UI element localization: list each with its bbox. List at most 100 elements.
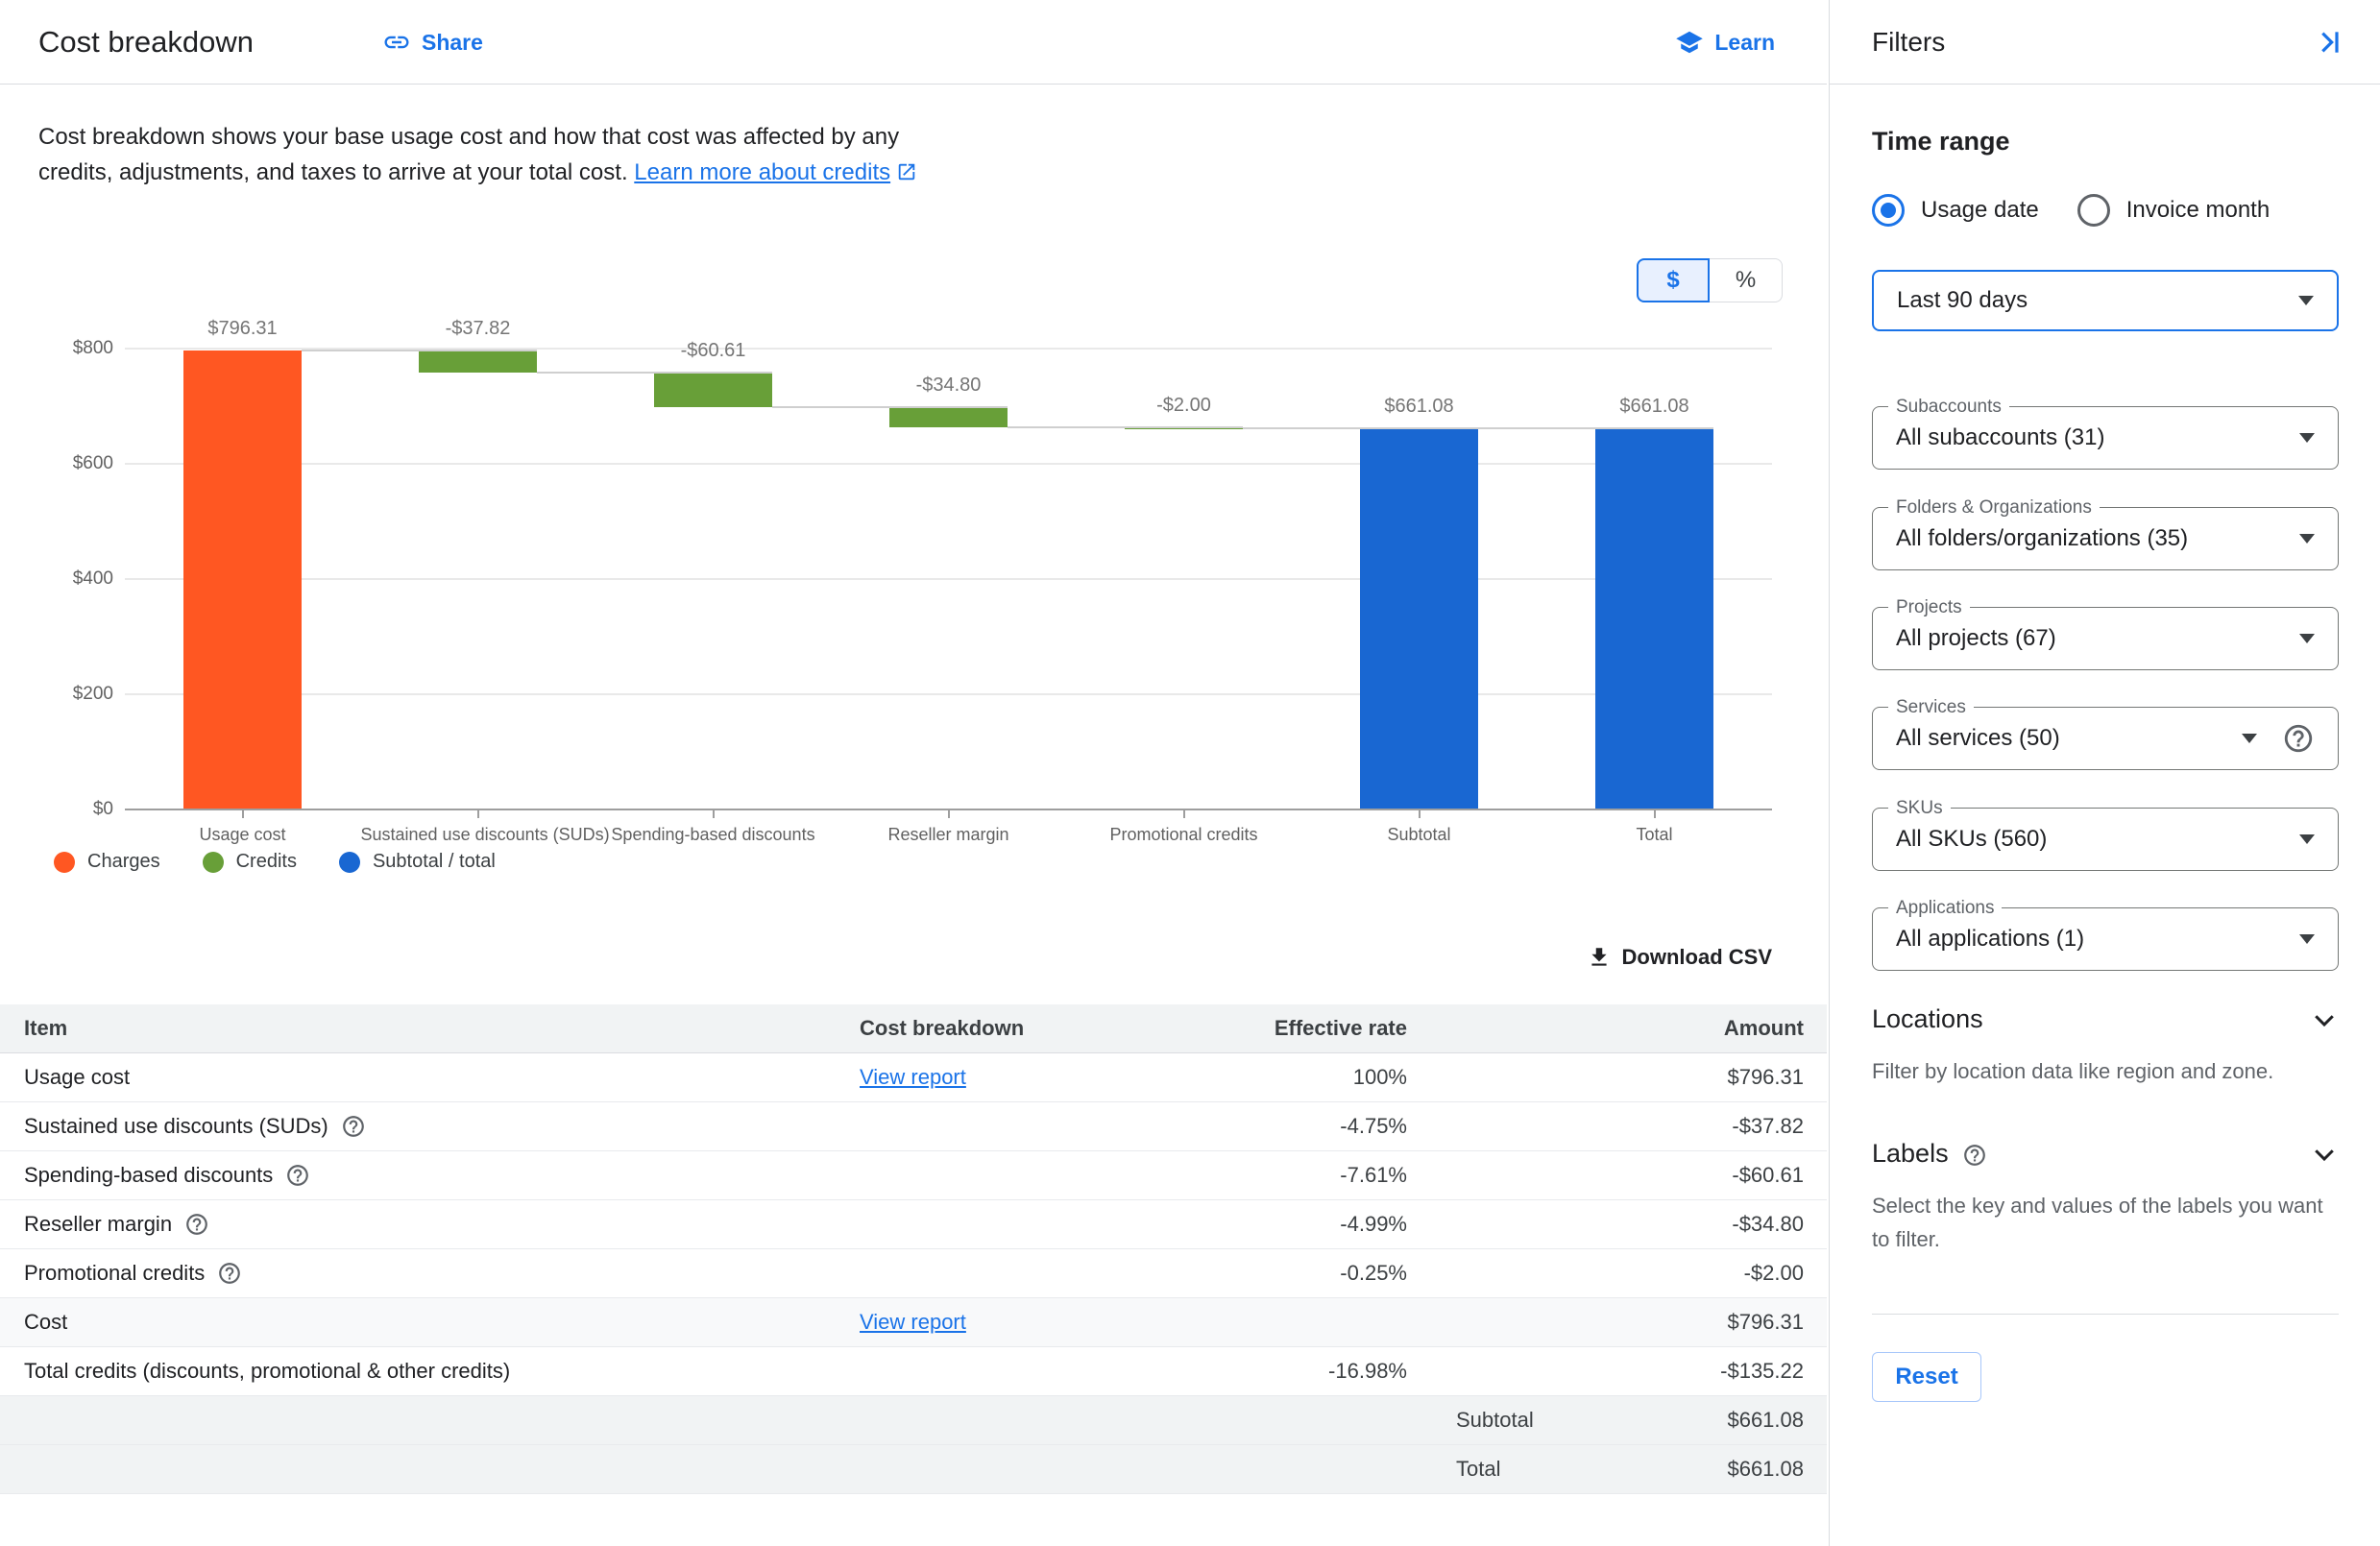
y-axis-tick-label: $600: [8, 453, 113, 474]
view-report-link[interactable]: View report: [860, 1065, 966, 1089]
page-description: Cost breakdown shows your base usage cos…: [38, 119, 941, 190]
download-csv-label: Download CSV: [1622, 945, 1772, 970]
waterfall-bar[interactable]: [419, 350, 537, 373]
row-amount: $661.08: [1727, 1408, 1804, 1433]
x-axis-category-label: Total: [1538, 825, 1772, 845]
locations-section-header[interactable]: Locations: [1872, 1004, 2339, 1034]
chart-gridline: [125, 693, 1772, 695]
x-axis-tick: [948, 809, 950, 818]
time-range-radio-group: Usage date Invoice month: [1872, 194, 2270, 227]
radio-label: Invoice month: [2126, 197, 2270, 224]
services-select[interactable]: Services All services (50): [1872, 707, 2339, 770]
waterfall-bar[interactable]: [1595, 428, 1713, 809]
learn-button[interactable]: Learn: [1675, 0, 1775, 85]
row-amount: -$37.82: [1732, 1114, 1804, 1139]
row-rate: -16.98%: [1162, 1359, 1407, 1384]
skus-select[interactable]: SKUs All SKUs (560): [1872, 808, 2339, 871]
legend-label: Charges: [87, 851, 160, 873]
waterfall-bar[interactable]: [889, 407, 1008, 427]
total-label: Total: [1456, 1457, 1500, 1482]
x-axis-category-label: Usage cost: [126, 825, 360, 845]
radio-usage-date[interactable]: Usage date: [1872, 194, 2039, 227]
row-item-label: Cost: [24, 1310, 67, 1335]
filters-title: Filters: [1872, 0, 1945, 85]
labels-section-header[interactable]: Labels: [1872, 1139, 2339, 1169]
applications-select[interactable]: Applications All applications (1): [1872, 907, 2339, 971]
help-icon[interactable]: [217, 1261, 242, 1286]
field-label: Projects: [1888, 597, 1970, 618]
table-row-reseller-margin: Reseller margin -4.99% -$34.80: [0, 1200, 1827, 1249]
charges-color-dot: [54, 852, 75, 873]
collapse-panel-icon[interactable]: [2314, 27, 2344, 58]
row-rate: -4.99%: [1162, 1212, 1407, 1237]
bar-value-label: -$37.82: [363, 318, 594, 340]
divider: [1872, 1314, 2339, 1315]
row-item-label: Total credits (discounts, promotional & …: [24, 1359, 510, 1384]
x-axis-tick: [477, 809, 479, 818]
table-row-spending-discounts: Spending-based discounts -7.61% -$60.61: [0, 1151, 1827, 1200]
reset-button[interactable]: Reset: [1872, 1352, 1981, 1402]
time-range-select[interactable]: Last 90 days: [1872, 270, 2339, 331]
legend-label: Credits: [236, 851, 297, 873]
legend-item-subtotal: Subtotal / total: [339, 851, 496, 873]
percent-toggle-button[interactable]: %: [1710, 258, 1783, 302]
learn-more-link[interactable]: Learn more about credits: [634, 159, 890, 185]
field-label: Services: [1888, 697, 1974, 718]
projects-select[interactable]: Projects All projects (67): [1872, 607, 2339, 670]
waterfall-bar[interactable]: [183, 350, 302, 809]
x-axis-category-label: Subtotal: [1302, 825, 1537, 845]
chart-gridline: [125, 578, 1772, 580]
subaccounts-select[interactable]: Subaccounts All subaccounts (31): [1872, 406, 2339, 470]
row-amount: $661.08: [1727, 1457, 1804, 1482]
dropdown-caret-icon: [2242, 734, 2257, 743]
row-item-label: Reseller margin: [24, 1212, 172, 1237]
help-icon[interactable]: [1962, 1142, 1987, 1167]
help-icon[interactable]: [285, 1163, 310, 1188]
dropdown-caret-icon: [2299, 934, 2315, 944]
folders-organizations-select[interactable]: Folders & Organizations All folders/orga…: [1872, 507, 2339, 570]
chevron-down-icon: [2310, 1005, 2339, 1034]
learn-label: Learn: [1714, 30, 1775, 56]
row-rate: -7.61%: [1162, 1163, 1407, 1188]
download-csv-button[interactable]: Download CSV: [1587, 945, 1772, 970]
row-item-label: Usage cost: [24, 1065, 130, 1090]
legend-item-charges: Charges: [54, 851, 160, 873]
table-row-total-credits: Total credits (discounts, promotional & …: [0, 1347, 1827, 1396]
x-axis-category-label: Spending-based discounts: [596, 825, 831, 845]
row-amount: -$2.00: [1744, 1261, 1804, 1286]
radio-selected-icon: [1872, 194, 1905, 227]
credits-color-dot: [203, 852, 224, 873]
help-icon[interactable]: [184, 1212, 209, 1237]
col-header-cost-breakdown: Cost breakdown: [836, 1016, 1162, 1041]
subtotal-label: Subtotal: [1456, 1408, 1534, 1433]
help-icon[interactable]: [341, 1114, 366, 1139]
page-title: Cost breakdown: [38, 0, 254, 85]
share-button[interactable]: Share: [382, 0, 483, 85]
subtotal-color-dot: [339, 852, 360, 873]
field-label: Applications: [1888, 898, 2002, 919]
x-axis-tick: [1183, 809, 1185, 818]
radio-invoice-month[interactable]: Invoice month: [2077, 194, 2270, 227]
external-link-icon: [896, 161, 917, 182]
chart-gridline: [125, 463, 1772, 465]
billing-cost-breakdown-page: Cost breakdown Share Learn Cost breakdow…: [0, 0, 2380, 1546]
waterfall-bar[interactable]: [1360, 428, 1478, 809]
table-row-total: Total $661.08: [0, 1445, 1827, 1494]
waterfall-bar[interactable]: [654, 373, 772, 407]
help-icon[interactable]: [2282, 722, 2315, 755]
dropdown-caret-icon: [2299, 534, 2315, 544]
cost-breakdown-table: Item Cost breakdown Effective rate Amoun…: [0, 1004, 1827, 1494]
y-axis-tick-label: $400: [8, 568, 113, 590]
view-report-link[interactable]: View report: [860, 1310, 966, 1334]
x-axis-tick: [713, 809, 715, 818]
row-amount: $796.31: [1727, 1065, 1804, 1090]
radio-label: Usage date: [1921, 197, 2039, 224]
dollar-toggle-button[interactable]: $: [1637, 258, 1710, 302]
x-axis-category-label: Promotional credits: [1067, 825, 1301, 845]
table-row-suds: Sustained use discounts (SUDs) -4.75% -$…: [0, 1102, 1827, 1151]
x-axis-category-label: Reseller margin: [832, 825, 1066, 845]
y-axis-tick-label: $800: [8, 338, 113, 359]
chart-legend: Charges Credits Subtotal / total: [54, 851, 496, 873]
field-label: Subaccounts: [1888, 397, 2009, 418]
waterfall-connector: [537, 372, 772, 374]
